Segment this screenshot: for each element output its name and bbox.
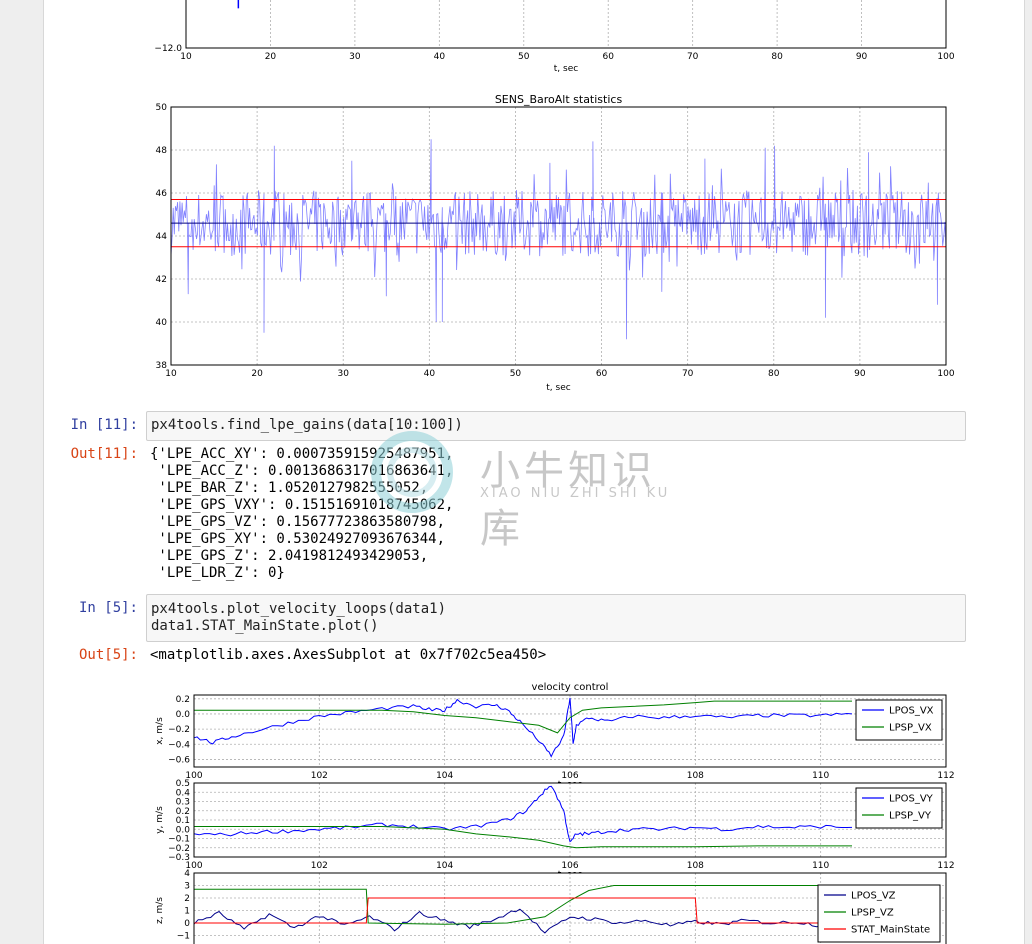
x-tick-label: 30 xyxy=(337,369,349,379)
x-tick-label: 20 xyxy=(251,369,263,379)
y-axis-label: z, m/s xyxy=(155,897,165,924)
figure-velocity-control: velocity control100 102 104 106 108 110 1120.2… xyxy=(155,682,955,944)
x-tick-label: 20 xyxy=(265,52,277,62)
x-tick-label: 112 xyxy=(937,861,954,871)
watermark: 小牛知识库 XIAO NIU ZHI SHI KU xyxy=(360,428,680,552)
x-tick-label: 10 xyxy=(180,52,192,62)
y-axis-label: x, m/s xyxy=(155,717,165,745)
figure-top-partial: 102030405060708090100−11.5−12.0t, sec xyxy=(154,0,955,74)
x-tick-label: 112 xyxy=(937,771,954,781)
chart-title: SENS_BaroAlt statistics xyxy=(495,93,623,106)
x-tick-label: 60 xyxy=(596,369,608,379)
figure-baroalt-statistics: SENS_BaroAlt statistics 10 20 30 40 50 60 70 80 9… xyxy=(156,93,955,393)
y-tick-label: 0.0 xyxy=(176,710,191,720)
y-tick-label: −0.2 xyxy=(168,725,190,735)
y-tick-label: 44 xyxy=(156,232,168,242)
plot-area xyxy=(186,0,946,48)
y-tick-label: 48 xyxy=(156,146,168,156)
legend-label: LPOS_VY xyxy=(889,794,934,805)
y-axis-label: y, m/s xyxy=(155,806,165,834)
y-tick-label: 42 xyxy=(156,275,167,285)
y-tick-label: −1 xyxy=(177,932,190,942)
watermark-subtitle: XIAO NIU ZHI SHI KU xyxy=(480,486,671,501)
output-line: 'LPE_GPS_Z': 2.0419812493429053, xyxy=(150,548,429,564)
y-tick-label: 40 xyxy=(156,318,168,328)
y-tick-label: 38 xyxy=(156,361,168,371)
y-tick-label: −12.0 xyxy=(154,44,182,54)
output-prompt-5: Out[5]: xyxy=(78,647,138,663)
output-text-5: <matplotlib.axes.AxesSubplot at 0x7f702c… xyxy=(150,647,547,663)
legend-label: LPSP_VY xyxy=(889,811,932,822)
x-tick-label: 90 xyxy=(856,52,868,62)
x-tick-label: 100 xyxy=(937,52,954,62)
y-tick-label: 1 xyxy=(184,907,190,917)
legend-label: LPOS_VX xyxy=(889,706,934,717)
output-line: 'LPE_LDR_Z': 0} xyxy=(150,565,285,581)
x-tick-label: 70 xyxy=(682,369,694,379)
y-tick-label: 0 xyxy=(184,919,190,929)
y-tick-label: −0.6 xyxy=(168,755,190,765)
y-tick-label: −0.3 xyxy=(168,853,190,863)
code-line-1: px4tools.plot_velocity_loops(data1) xyxy=(151,601,447,617)
input-prompt-11: In [11]: xyxy=(70,417,138,433)
output-line: 'LPE_GPS_XY': 0.53024927093676344, xyxy=(150,531,446,547)
x-tick-label: 50 xyxy=(510,369,522,379)
y-tick-label: 46 xyxy=(156,189,168,199)
x-tick-label: 80 xyxy=(768,369,780,379)
code-cell-5[interactable]: px4tools.plot_velocity_loops(data1) data… xyxy=(146,594,966,642)
y-tick-label: 0.2 xyxy=(176,695,190,705)
x-tick-label: 80 xyxy=(771,52,783,62)
x-tick-label: 50 xyxy=(518,52,530,62)
y-tick-label: −0.4 xyxy=(168,740,190,750)
input-prompt-5: In [5]: xyxy=(78,600,138,616)
x-axis-label: t, sec xyxy=(554,64,578,74)
x-tick-label: 102 xyxy=(311,861,328,871)
x-tick-label: 70 xyxy=(687,52,699,62)
x-tick-label: 110 xyxy=(812,861,829,871)
x-tick-label: 108 xyxy=(687,771,704,781)
x-tick-label: 104 xyxy=(436,771,453,781)
output-prompt-11: Out[11]: xyxy=(70,446,138,462)
legend-label: LPSP_VX xyxy=(889,723,932,734)
x-tick-label: 108 xyxy=(687,861,704,871)
legend-label: LPOS_VZ xyxy=(851,891,896,902)
x-tick-label: 30 xyxy=(349,52,361,62)
x-tick-label: 104 xyxy=(436,861,453,871)
chart-title: velocity control xyxy=(532,682,609,693)
x-tick-label: 60 xyxy=(602,52,614,62)
x-tick-label: 90 xyxy=(854,369,866,379)
y-tick-label: 3 xyxy=(184,882,190,892)
watermark-logo-icon xyxy=(371,431,453,513)
x-tick-label: 10 xyxy=(165,369,177,379)
legend-label: STAT_MainState xyxy=(851,925,930,936)
x-tick-label: 40 xyxy=(424,369,436,379)
x-axis-label: t, sec xyxy=(546,383,570,393)
y-tick-label: 50 xyxy=(156,103,168,113)
y-tick-label: 2 xyxy=(184,894,190,904)
x-tick-label: 102 xyxy=(311,771,328,781)
legend-label: LPSP_VZ xyxy=(851,908,894,919)
y-tick-label: 4 xyxy=(184,869,190,879)
x-tick-label: 110 xyxy=(812,771,829,781)
x-tick-label: 40 xyxy=(434,52,446,62)
x-tick-label: 100 xyxy=(937,369,954,379)
code-line-2: data1.STAT_MainState.plot() xyxy=(151,618,379,634)
